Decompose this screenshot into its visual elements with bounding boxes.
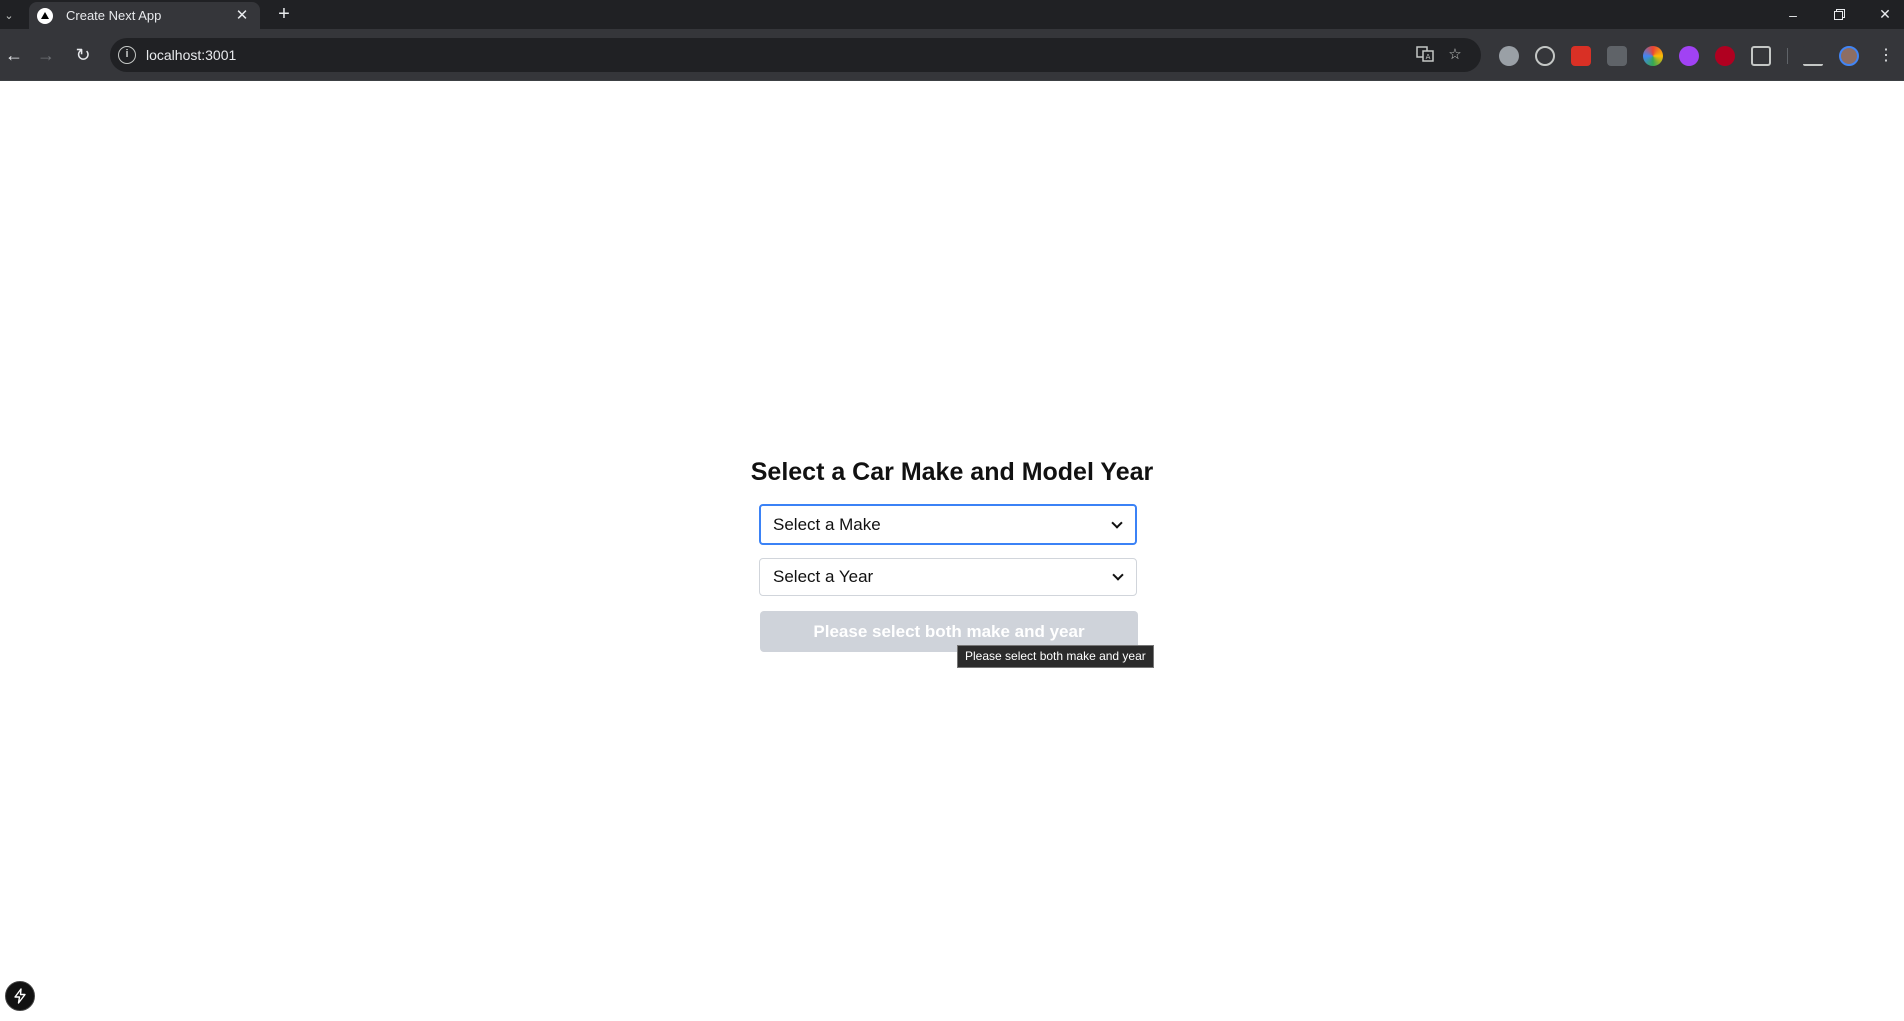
- puzzle-extensions-icon[interactable]: [1751, 46, 1771, 66]
- chevron-down-icon: [1108, 567, 1128, 587]
- make-select-value: Select a Make: [773, 514, 881, 534]
- target-extension-icon[interactable]: [1535, 46, 1555, 66]
- code-extension-icon[interactable]: [1607, 46, 1627, 66]
- restore-icon[interactable]: [1816, 0, 1862, 29]
- reload-icon[interactable]: ↻: [69, 41, 97, 69]
- more-menu-icon[interactable]: ⋮: [1872, 41, 1900, 69]
- year-select-value: Select a Year: [773, 567, 874, 586]
- close-window-icon[interactable]: ✕: [1862, 0, 1904, 29]
- chevron-down-icon: [1107, 515, 1127, 535]
- page-content: Select a Car Make and Model Year Select …: [0, 82, 1904, 1021]
- make-select[interactable]: Select a Make: [759, 504, 1137, 545]
- site-info-icon[interactable]: i: [118, 46, 136, 64]
- url-text[interactable]: localhost:3001: [146, 47, 236, 63]
- media-controls-icon[interactable]: [1803, 46, 1823, 66]
- svg-text:A: A: [1426, 53, 1431, 61]
- back-arrow-icon[interactable]: ←: [0, 41, 28, 69]
- active-tab[interactable]: Create Next App ✕: [29, 2, 260, 29]
- translate-icon[interactable]: A: [1415, 45, 1435, 65]
- profile-avatar-icon[interactable]: [1839, 46, 1859, 66]
- nextjs-favicon-icon: [37, 7, 53, 24]
- colorful-extension-icon[interactable]: [1643, 46, 1663, 66]
- tab-title: Create Next App: [66, 8, 162, 23]
- bookmark-star-icon[interactable]: ☆: [1445, 45, 1465, 65]
- tab-strip: ⌄ Create Next App ✕ + – ✕: [0, 0, 1904, 29]
- lightning-icon: [14, 988, 26, 1004]
- red-extension-icon[interactable]: [1571, 46, 1591, 66]
- new-tab-button[interactable]: +: [272, 3, 296, 27]
- address-bar[interactable]: i localhost:3001 A ☆: [110, 38, 1481, 72]
- tab-close-icon[interactable]: ✕: [234, 7, 250, 24]
- purple-extension-icon[interactable]: [1679, 46, 1699, 66]
- minimize-icon[interactable]: –: [1770, 0, 1816, 29]
- forward-arrow-icon[interactable]: →: [32, 41, 60, 69]
- year-select[interactable]: Select a Year: [759, 558, 1137, 596]
- browser-toolbar: ← → ↻ i localhost:3001 A ☆ ⋮: [0, 29, 1904, 81]
- toolbar-divider: [1787, 48, 1788, 64]
- grammar-extension-icon[interactable]: [1499, 46, 1519, 66]
- nextjs-devtools-button[interactable]: [5, 981, 35, 1011]
- tooltip: Please select both make and year: [957, 645, 1154, 668]
- ublock-extension-icon[interactable]: [1715, 46, 1735, 66]
- page-title: Select a Car Make and Model Year: [750, 458, 1154, 486]
- tab-search-chevron-icon[interactable]: ⌄: [0, 4, 18, 26]
